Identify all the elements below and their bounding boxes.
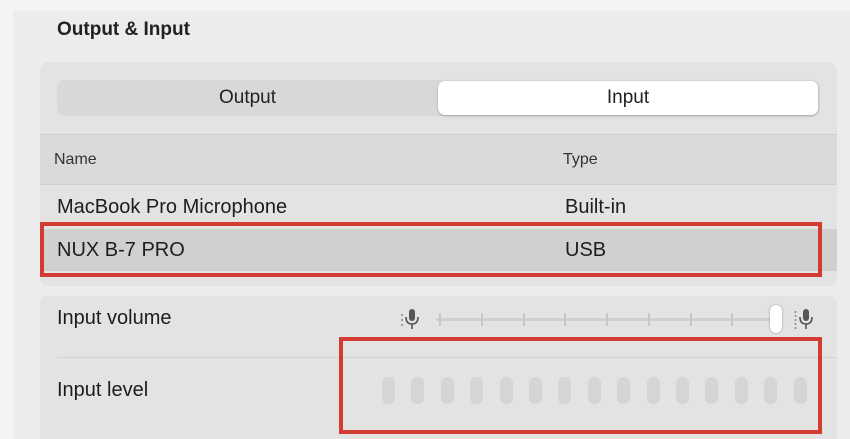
section-title: Output & Input <box>57 19 190 40</box>
input-volume-label: Input volume <box>57 307 172 329</box>
column-header-type[interactable]: Type <box>563 135 598 184</box>
slider-tick <box>480 313 483 326</box>
column-header-name[interactable]: Name <box>54 135 97 184</box>
highlight-box-input-level <box>339 337 822 434</box>
device-table-header: Name Type <box>40 134 837 185</box>
tab-input[interactable]: Input <box>438 81 818 115</box>
slider-tick <box>606 313 608 326</box>
slider-tick <box>522 313 525 326</box>
microphone-high-icon <box>794 309 813 329</box>
slider-tick <box>647 313 650 326</box>
highlight-box-selected-device <box>40 222 822 277</box>
tab-output[interactable]: Output <box>57 80 438 116</box>
slider-tick <box>689 313 692 326</box>
output-input-segmented-control: Output Input <box>57 80 820 116</box>
input-volume-slider-thumb[interactable] <box>770 305 782 333</box>
slider-tick <box>731 313 734 326</box>
microphone-low-icon <box>401 309 419 329</box>
slider-tick <box>564 313 567 326</box>
slider-tick <box>439 313 441 326</box>
input-level-label: Input level <box>57 379 149 401</box>
